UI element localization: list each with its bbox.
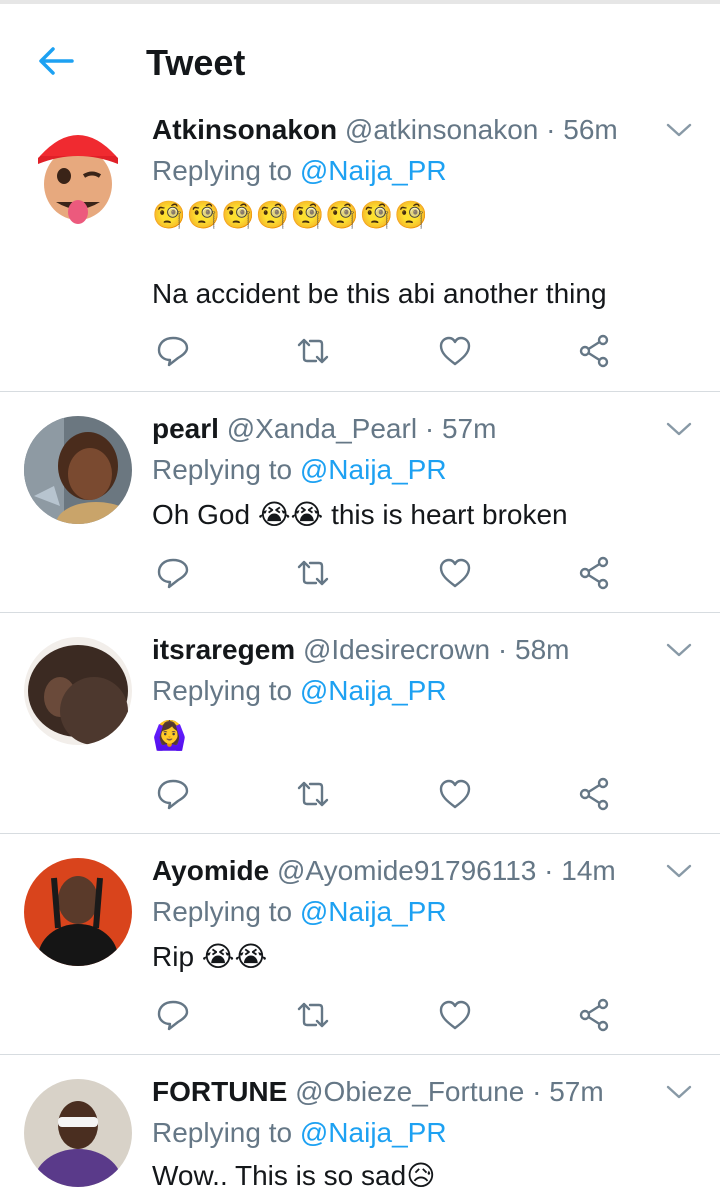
mention-link[interactable]: @Naija_PR bbox=[300, 155, 447, 186]
tweet-emoji: 😭😭 bbox=[201, 941, 268, 972]
separator-dot: · bbox=[532, 1076, 542, 1107]
tweet-item[interactable]: FORTUNE @Obieze_Fortune · 57m Replying t… bbox=[0, 1055, 720, 1192]
chevron-down-icon[interactable] bbox=[666, 421, 692, 437]
replying-to: Replying to @Naija_PR bbox=[152, 674, 447, 708]
avatar[interactable] bbox=[24, 118, 132, 226]
tweet-item[interactable]: itsraregem @Idesirecrown · 58m Replying … bbox=[0, 613, 720, 834]
tweet-meta: pearl @Xanda_Pearl · 57m bbox=[152, 412, 496, 446]
like-icon[interactable] bbox=[438, 556, 472, 590]
tweet-meta: FORTUNE @Obieze_Fortune · 57m bbox=[152, 1075, 604, 1109]
reply-icon[interactable] bbox=[156, 777, 190, 811]
reply-icon[interactable] bbox=[156, 998, 190, 1032]
tweet-meta: itsraregem @Idesirecrown · 58m bbox=[152, 633, 569, 667]
timestamp: 57m bbox=[441, 413, 497, 444]
mention-link[interactable]: @Naija_PR bbox=[300, 454, 447, 485]
mention-link[interactable]: @Naija_PR bbox=[300, 896, 447, 927]
tweet-emoji: 😥 bbox=[406, 1160, 436, 1191]
share-icon[interactable] bbox=[578, 777, 612, 811]
replying-to-label: Replying to bbox=[152, 896, 293, 927]
app-header: Tweet bbox=[0, 4, 720, 115]
avatar[interactable] bbox=[24, 416, 132, 524]
tweet-item[interactable]: pearl @Xanda_Pearl · 57m Replying to @Na… bbox=[0, 392, 720, 613]
tweet-item[interactable]: Atkinsonakon @atkinsonakon · 56m Replyin… bbox=[0, 114, 720, 392]
reply-icon[interactable] bbox=[156, 334, 190, 368]
retweet-icon[interactable] bbox=[296, 998, 330, 1032]
chevron-down-icon[interactable] bbox=[666, 642, 692, 658]
timestamp: 14m bbox=[561, 855, 616, 886]
back-arrow-icon[interactable] bbox=[36, 44, 76, 78]
display-name[interactable]: FORTUNE bbox=[152, 1076, 287, 1107]
like-icon[interactable] bbox=[438, 777, 472, 811]
chevron-down-icon[interactable] bbox=[666, 122, 692, 138]
tweet-text-part: Wow.. This is so sad bbox=[152, 1160, 407, 1191]
separator-dot: · bbox=[497, 634, 508, 665]
retweet-icon[interactable] bbox=[296, 777, 330, 811]
tweet-actions bbox=[156, 777, 626, 811]
avatar[interactable] bbox=[24, 1079, 132, 1187]
chevron-down-icon[interactable] bbox=[666, 863, 692, 879]
mention-link[interactable]: @Naija_PR bbox=[300, 675, 447, 706]
share-icon[interactable] bbox=[578, 556, 612, 590]
tweet-text-part: Rip bbox=[152, 941, 195, 972]
tweet-meta: Atkinsonakon @atkinsonakon · 56m bbox=[152, 113, 618, 147]
retweet-icon[interactable] bbox=[296, 556, 330, 590]
tweet-actions bbox=[156, 556, 626, 590]
separator-dot: · bbox=[546, 114, 556, 145]
separator-dot: · bbox=[424, 413, 435, 444]
tweet-text: Na accident be this abi another thing bbox=[152, 278, 607, 309]
replying-to: Replying to @Naija_PR bbox=[152, 154, 447, 188]
page-title: Tweet bbox=[146, 42, 246, 83]
chevron-down-icon[interactable] bbox=[666, 1084, 692, 1100]
display-name[interactable]: Atkinsonakon bbox=[152, 114, 337, 145]
tweet-emoji-line: 🙆‍♀️ bbox=[152, 720, 187, 751]
user-handle[interactable]: @Xanda_Pearl bbox=[227, 413, 417, 444]
timestamp: 58m bbox=[515, 634, 570, 665]
like-icon[interactable] bbox=[438, 334, 472, 368]
user-handle[interactable]: @Ayomide91796113 bbox=[277, 855, 536, 886]
tweet-item[interactable]: Ayomide @Ayomide91796113 · 14m Replying … bbox=[0, 834, 720, 1055]
tweet-text: Rip 😭😭 bbox=[152, 940, 267, 974]
tweet-emoji-line: 🧐🧐🧐🧐🧐🧐🧐🧐 bbox=[152, 200, 429, 230]
user-handle[interactable]: @Obieze_Fortune bbox=[295, 1076, 524, 1107]
tweet-emoji: 😭😭 bbox=[257, 499, 324, 530]
retweet-icon[interactable] bbox=[296, 334, 330, 368]
share-icon[interactable] bbox=[578, 998, 612, 1032]
tweet-text: Oh God 😭😭 this is heart broken bbox=[152, 498, 568, 532]
replying-to: Replying to @Naija_PR bbox=[152, 1116, 447, 1150]
timestamp: 56m bbox=[563, 114, 618, 145]
avatar[interactable] bbox=[24, 858, 132, 966]
replying-to-label: Replying to bbox=[152, 454, 293, 485]
replying-to-label: Replying to bbox=[152, 155, 293, 186]
tweet-text-part: Oh God bbox=[152, 499, 251, 530]
share-icon[interactable] bbox=[578, 334, 612, 368]
like-icon[interactable] bbox=[438, 998, 472, 1032]
reply-icon[interactable] bbox=[156, 556, 190, 590]
tweet-actions bbox=[156, 334, 626, 368]
tweet-meta: Ayomide @Ayomide91796113 · 14m bbox=[152, 854, 616, 888]
avatar[interactable] bbox=[24, 637, 132, 745]
tweet-text-part: this is heart broken bbox=[331, 499, 568, 530]
user-handle[interactable]: @Idesirecrown bbox=[303, 634, 490, 665]
display-name[interactable]: itsraregem bbox=[152, 634, 295, 665]
display-name[interactable]: pearl bbox=[152, 413, 219, 444]
user-handle[interactable]: @atkinsonakon bbox=[345, 114, 538, 145]
timestamp: 57m bbox=[549, 1076, 604, 1107]
tweet-text: Wow.. This is so sad😥 bbox=[152, 1159, 435, 1193]
tweet-actions bbox=[156, 998, 626, 1032]
separator-dot: · bbox=[544, 855, 554, 886]
replying-to: Replying to @Naija_PR bbox=[152, 895, 447, 929]
replying-to-label: Replying to bbox=[152, 675, 293, 706]
display-name[interactable]: Ayomide bbox=[152, 855, 269, 886]
replying-to: Replying to @Naija_PR bbox=[152, 453, 447, 487]
replying-to-label: Replying to bbox=[152, 1117, 293, 1148]
mention-link[interactable]: @Naija_PR bbox=[300, 1117, 447, 1148]
